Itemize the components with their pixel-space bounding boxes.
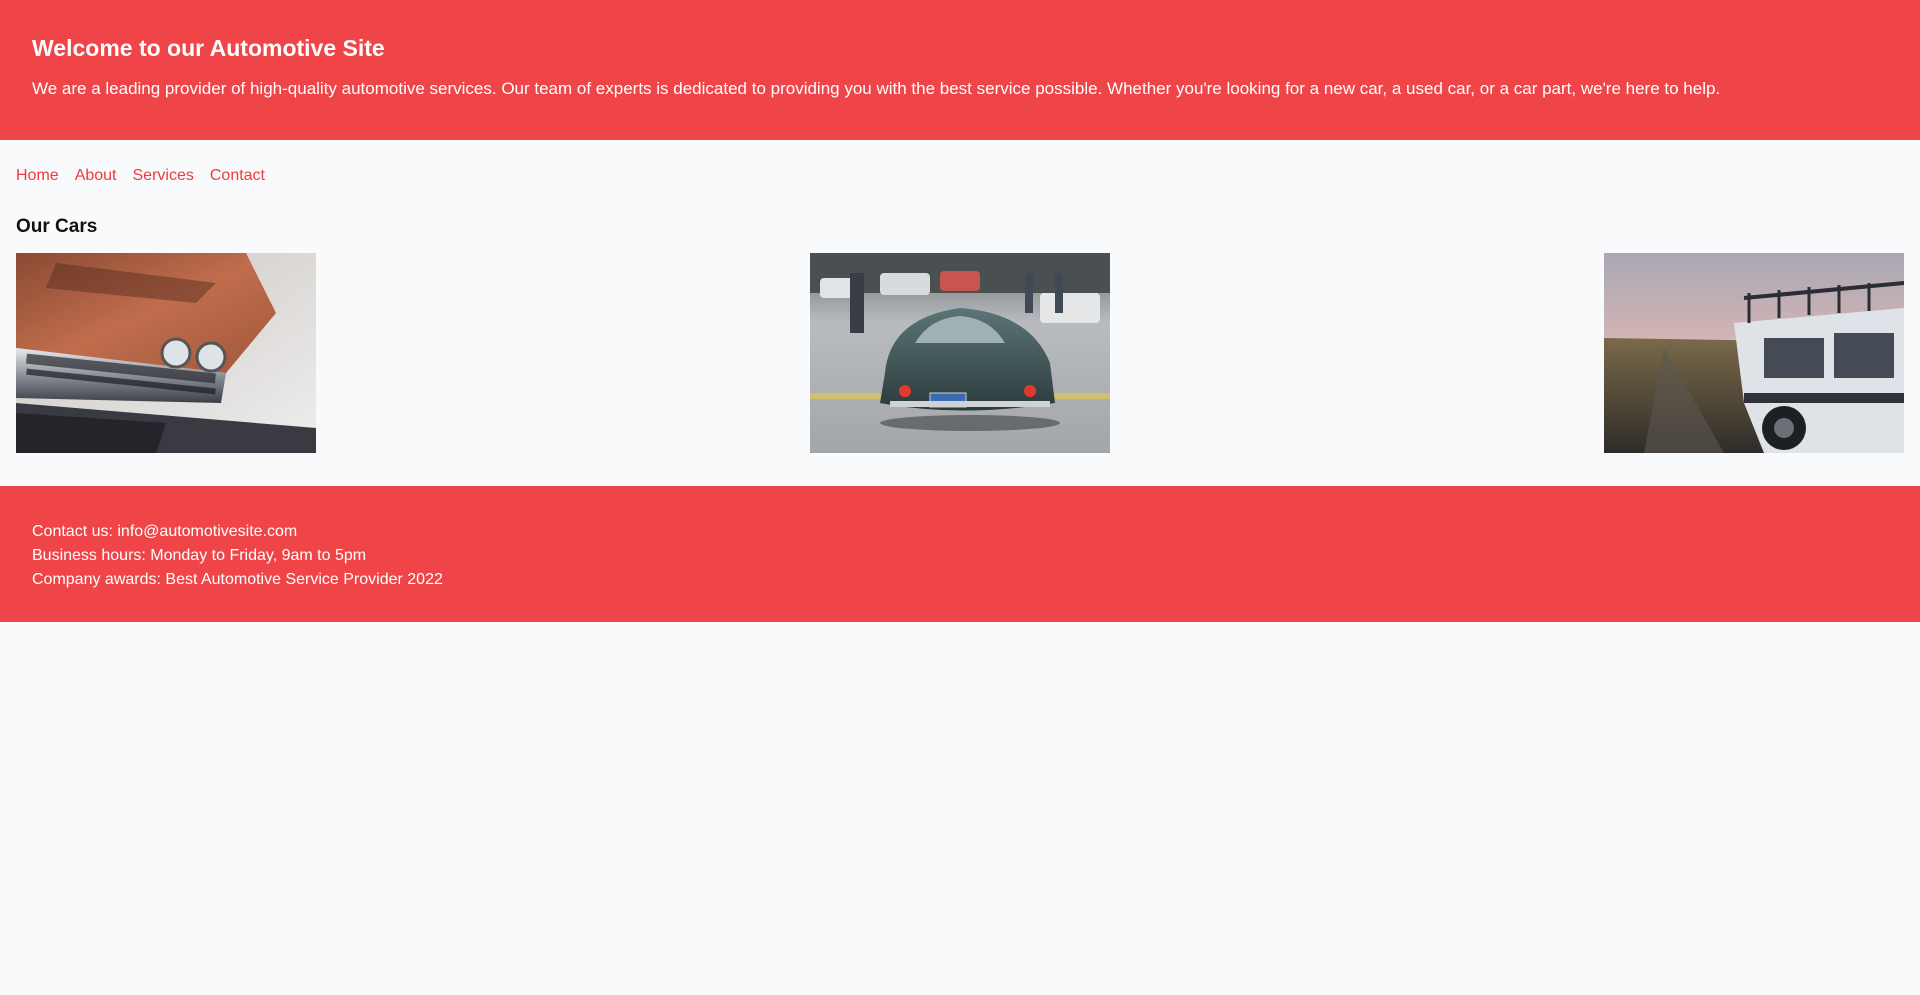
intro-text: We are a leading provider of high-qualit… bbox=[32, 79, 1721, 98]
page-title: Welcome to our Automotive Site bbox=[32, 35, 385, 61]
offroad-suv-image[interactable] bbox=[1604, 253, 1904, 453]
classic-coupe-image[interactable] bbox=[810, 253, 1110, 453]
footer-contact: Contact us: info@automotivesite.com bbox=[32, 523, 298, 540]
vintage-car-image[interactable] bbox=[16, 253, 316, 453]
nav-link-home[interactable]: Home bbox=[16, 167, 59, 185]
white-offroad-suv-photo bbox=[1604, 253, 1904, 453]
main-nav: Home About Services Contact bbox=[0, 164, 1920, 188]
site-footer: Contact us: info@automotivesite.com Busi… bbox=[0, 486, 1920, 622]
hero-header: Welcome to our Automotive Site We are a … bbox=[0, 0, 1920, 140]
section-title-our-cars: Our Cars bbox=[16, 216, 98, 237]
nav-link-about[interactable]: About bbox=[75, 167, 117, 185]
footer-awards: Company awards: Best Automotive Service … bbox=[32, 571, 443, 588]
footer-hours: Business hours: Monday to Friday, 9am to… bbox=[32, 547, 367, 564]
nav-link-services[interactable]: Services bbox=[133, 167, 194, 185]
classic-coupe-rear-photo bbox=[810, 253, 1110, 453]
nav-link-contact[interactable]: Contact bbox=[210, 167, 265, 185]
car-gallery bbox=[0, 253, 1920, 453]
vintage-car-grille-photo bbox=[16, 253, 316, 453]
